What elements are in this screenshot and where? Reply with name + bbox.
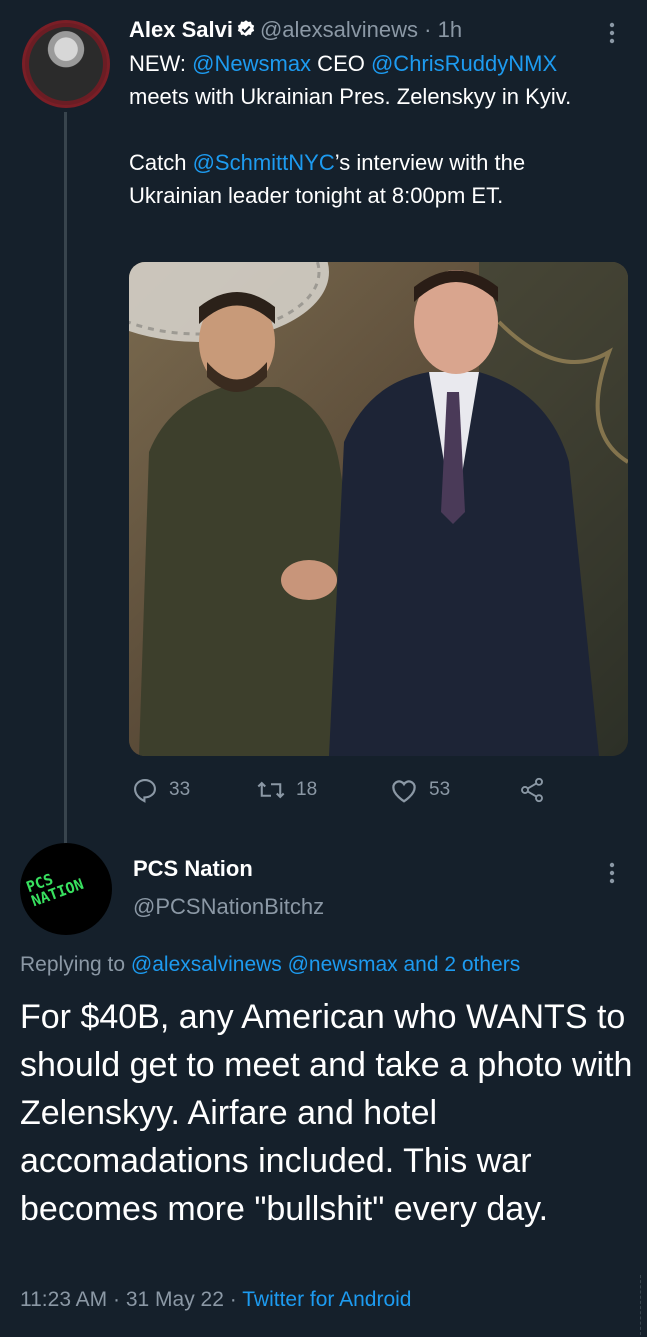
reply-time[interactable]: 11:23 AM bbox=[20, 1288, 107, 1311]
thread-connector-line bbox=[64, 112, 67, 844]
header-separator: · bbox=[424, 17, 432, 42]
tweet-time[interactable]: 1h bbox=[438, 17, 462, 42]
meta-separator: · bbox=[113, 1288, 121, 1311]
replying-to-line: Replying to @alexsalvinews @newsmax and … bbox=[20, 953, 520, 977]
mention-newsmax[interactable]: @Newsmax bbox=[192, 51, 311, 76]
verified-badge-icon bbox=[236, 16, 256, 48]
more-vertical-icon[interactable] bbox=[608, 862, 616, 884]
replying-prefix: Replying to bbox=[20, 953, 131, 976]
text-segment: NEW: bbox=[129, 51, 193, 76]
like-count: 53 bbox=[429, 779, 451, 800]
tweet-paragraph-2: Catch @SchmittNYC’s interview with the U… bbox=[129, 146, 609, 212]
retweet-button[interactable]: 18 bbox=[256, 776, 317, 804]
like-button[interactable]: 53 bbox=[389, 776, 450, 804]
tweet-header: Alex Salvi @alexsalvinews · 1h bbox=[129, 14, 462, 48]
author-handle[interactable]: @alexsalvinews bbox=[260, 17, 418, 42]
reply-author-name[interactable]: PCS Nation bbox=[133, 856, 253, 882]
tweet-metadata: 11:23 AM · 31 May 22 · Twitter for Andro… bbox=[20, 1288, 411, 1312]
meta-separator: · bbox=[229, 1288, 237, 1311]
reply-icon bbox=[134, 779, 156, 803]
source-link[interactable]: Twitter for Android bbox=[242, 1288, 411, 1311]
tweet-actions: 33 18 53 bbox=[129, 776, 609, 806]
like-icon bbox=[392, 780, 416, 803]
text-segment: Catch bbox=[129, 150, 193, 175]
reply-author-avatar[interactable]: PCS NATION bbox=[20, 843, 112, 935]
reply-date[interactable]: 31 May 22 bbox=[126, 1288, 224, 1311]
text-segment: meets with Ukrainian Pres. Zelenskyy in … bbox=[129, 84, 572, 109]
author-name[interactable]: Alex Salvi bbox=[129, 17, 233, 42]
replying-to-links[interactable]: @alexsalvinews @newsmax and 2 others bbox=[131, 953, 520, 976]
more-vertical-icon[interactable] bbox=[608, 22, 616, 44]
share-button[interactable] bbox=[517, 776, 557, 804]
mention-chrisruddynmx[interactable]: @ChrisRuddyNMX bbox=[371, 51, 557, 76]
pcs-nation-logo: PCS NATION bbox=[23, 870, 87, 911]
reply-button[interactable]: 33 bbox=[131, 776, 190, 804]
scrollbar-track[interactable] bbox=[640, 1275, 647, 1335]
reply-author-handle[interactable]: @PCSNationBitchz bbox=[133, 894, 324, 920]
avatar-photo bbox=[29, 27, 103, 101]
mention-schmittnyc[interactable]: @SchmittNYC bbox=[193, 150, 335, 175]
retweet-count: 18 bbox=[296, 779, 318, 800]
tweet-text: NEW: @Newsmax CEO @ChrisRuddyNMX meets w… bbox=[129, 47, 609, 212]
author-avatar[interactable] bbox=[22, 20, 110, 108]
reply-text: For $40B, any American who WANTS to shou… bbox=[20, 998, 633, 1228]
share-icon bbox=[521, 777, 543, 803]
retweet-icon bbox=[257, 781, 285, 799]
tweet-paragraph-1: NEW: @Newsmax CEO @ChrisRuddyNMX meets w… bbox=[129, 47, 609, 113]
reply-count: 33 bbox=[169, 779, 191, 800]
text-segment: CEO bbox=[311, 51, 371, 76]
tweet-photo[interactable] bbox=[129, 262, 628, 756]
photo-illustration bbox=[129, 262, 628, 756]
